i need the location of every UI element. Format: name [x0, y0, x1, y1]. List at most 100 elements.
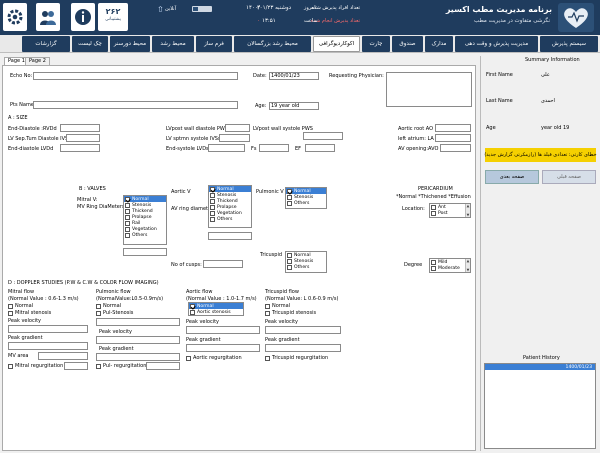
- ivss-input[interactable]: [219, 134, 250, 142]
- support-badge[interactable]: ۲۶۲ پشتیبانی: [98, 3, 128, 31]
- pul-stenosis-checkbox[interactable]: Pul-Stenosis: [96, 310, 133, 316]
- menu-echocardiography[interactable]: اکوکاردیوگرافی: [313, 36, 360, 52]
- checkbox[interactable]: [287, 252, 292, 258]
- tricuspid-peak-velocity-input[interactable]: [265, 326, 341, 334]
- lvdd-input[interactable]: [60, 144, 100, 152]
- checkbox[interactable]: [210, 216, 215, 222]
- list-item[interactable]: Others: [124, 232, 166, 238]
- tricuspid-stenosis-checkbox[interactable]: Tricuspid stenosis: [265, 310, 316, 316]
- pul-regurg-input[interactable]: [146, 362, 180, 370]
- pws-input[interactable]: [303, 132, 343, 140]
- av-ring-input[interactable]: [208, 232, 252, 240]
- age-input[interactable]: 19 year old: [269, 102, 319, 110]
- info-button[interactable]: [71, 3, 95, 31]
- fs-input[interactable]: [259, 144, 289, 152]
- settings-button[interactable]: [3, 3, 27, 31]
- checkbox[interactable]: [125, 208, 130, 214]
- lvds-input[interactable]: [208, 144, 245, 152]
- list-item[interactable]: Post: [430, 210, 470, 216]
- menu-appointment-management[interactable]: مدیریت پذیرش و وقت دهی: [455, 36, 538, 52]
- checkbox[interactable]: [125, 202, 130, 208]
- checkbox[interactable]: [125, 220, 130, 226]
- pulmonic-peak-velocity-input[interactable]: [96, 336, 180, 344]
- checkbox[interactable]: [125, 196, 130, 202]
- checkbox[interactable]: [287, 188, 292, 194]
- mitral-options-list[interactable]: Normal Stenosis Thickend Prolapse Rail V…: [123, 195, 167, 245]
- tricuspid-options-list[interactable]: Normal Stenosis Others: [285, 251, 327, 273]
- mv-area-input[interactable]: [38, 352, 88, 360]
- list-item[interactable]: Others: [286, 200, 326, 206]
- pts-name-input[interactable]: [33, 101, 238, 109]
- scroll-up-icon[interactable]: ▲: [466, 204, 470, 208]
- checkbox[interactable]: [210, 210, 215, 216]
- list-item[interactable]: 1400/01/23: [485, 364, 595, 370]
- menu-checklist[interactable]: چک لیست: [72, 36, 108, 52]
- avo-input[interactable]: [440, 144, 471, 152]
- patient-history-list[interactable]: 1400/01/23: [484, 363, 596, 449]
- tricuspid-normal-checkbox[interactable]: Normal: [265, 303, 290, 309]
- list-item[interactable]: Moderate: [430, 265, 470, 271]
- mitral-regurg-checkbox[interactable]: Mitral regurgitation: [8, 363, 63, 369]
- aortic-options-list[interactable]: Normal Stenosis Thickend Prolapse Vegeta…: [208, 185, 252, 228]
- mitral-normal-checkbox[interactable]: Normal: [8, 303, 33, 309]
- menu-dorsner[interactable]: محیط دورسنر: [110, 36, 150, 52]
- pwd-input[interactable]: [225, 124, 250, 132]
- menu-adult-growth[interactable]: محیط رشد بزرگسالان: [234, 36, 311, 52]
- checkbox[interactable]: [431, 265, 436, 271]
- scroll-up-icon[interactable]: ▲: [466, 259, 470, 263]
- ef-input[interactable]: [305, 144, 335, 152]
- la-input[interactable]: [435, 134, 471, 142]
- checkbox[interactable]: [210, 204, 215, 210]
- aortic-peak-velocity-input[interactable]: [186, 326, 260, 334]
- tricuspid-regurg-checkbox[interactable]: Tricuspid regurgitation: [265, 355, 328, 361]
- scroll-down-icon[interactable]: ▼: [466, 213, 470, 217]
- ao-input[interactable]: [435, 124, 471, 132]
- pulmonic-extra-input[interactable]: [96, 318, 180, 326]
- checkbox[interactable]: [210, 192, 215, 198]
- date-input[interactable]: 1400/01/23: [269, 72, 319, 80]
- menu-chart[interactable]: چارت: [362, 36, 390, 52]
- location-list[interactable]: Ant Post ▲ ▼: [429, 203, 471, 218]
- requesting-physician-input[interactable]: [386, 72, 472, 107]
- checkbox[interactable]: [210, 198, 215, 204]
- pul-regurg-checkbox[interactable]: Pul- regurgitation: [96, 363, 146, 369]
- list-item[interactable]: Others: [209, 216, 251, 222]
- mitral-stenosis-checkbox[interactable]: Mitral stenosis: [8, 310, 51, 316]
- echo-no-input[interactable]: [33, 72, 238, 80]
- list-item[interactable]: Aortic stenosis: [189, 309, 243, 315]
- ivsd-input[interactable]: [66, 134, 100, 142]
- menu-growth[interactable]: محیط رشد: [152, 36, 194, 52]
- menu-reports[interactable]: گزارشات: [22, 36, 70, 52]
- mitral-peak-velocity-input[interactable]: [8, 325, 88, 333]
- menu-form-builder[interactable]: فرم ساز: [196, 36, 232, 52]
- menu-reception-system[interactable]: سیستم پذیرش: [540, 36, 598, 52]
- checkbox[interactable]: [125, 226, 130, 232]
- users-button[interactable]: [36, 3, 60, 31]
- mv-ring-input[interactable]: [123, 248, 167, 256]
- checkbox[interactable]: [431, 204, 436, 210]
- checkbox[interactable]: [190, 309, 195, 315]
- online-toggle[interactable]: [192, 6, 212, 12]
- checkbox[interactable]: [125, 214, 130, 220]
- menu-cashbox[interactable]: صندوق: [392, 36, 423, 52]
- pulmonic-peak-gradient-input[interactable]: [96, 353, 180, 361]
- checkbox[interactable]: [287, 194, 292, 200]
- aortic-flow-list[interactable]: Normal Aortic stenosis: [188, 302, 244, 316]
- degree-list[interactable]: Mild Moderate ▲ ▼: [429, 258, 471, 273]
- pulmonic-normal-checkbox[interactable]: Normal: [96, 303, 121, 309]
- checkbox[interactable]: [431, 259, 436, 265]
- checkbox[interactable]: [125, 232, 130, 238]
- rvdd-input[interactable]: [60, 124, 100, 132]
- checkbox[interactable]: [287, 264, 292, 270]
- pulmonic-options-list[interactable]: Normal Stenosis Others: [285, 187, 327, 209]
- checkbox[interactable]: [210, 186, 215, 192]
- mitral-peak-gradient-input[interactable]: [8, 342, 88, 350]
- warning-button[interactable]: خطای کارتی: تعدادی فیلد ها (رازمکرتی گزا…: [484, 148, 597, 162]
- aortic-peak-gradient-input[interactable]: [186, 344, 260, 352]
- prev-page-button[interactable]: صفحه قبلی: [542, 170, 596, 184]
- tricuspid-peak-gradient-input[interactable]: [265, 344, 341, 352]
- checkbox[interactable]: [287, 258, 292, 264]
- tab-page-2[interactable]: Page 2: [25, 57, 50, 65]
- degree-scrollbar[interactable]: ▲ ▼: [465, 259, 470, 272]
- next-page-button[interactable]: صفحه بعدی: [485, 170, 539, 184]
